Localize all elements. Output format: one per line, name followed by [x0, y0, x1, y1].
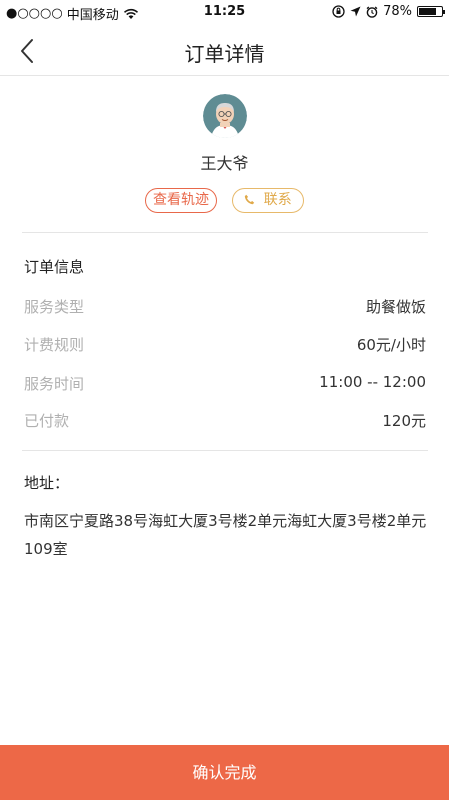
phone-icon	[245, 194, 255, 205]
lock-rotation-icon	[332, 5, 345, 18]
avatar	[203, 94, 247, 138]
page-title: 订单详情	[184, 42, 265, 66]
status-right: 78%	[332, 4, 445, 19]
user-name: 王大爷	[200, 154, 249, 173]
nav-bar: 订单详情	[0, 24, 449, 76]
info-label: 已付款	[24, 412, 70, 430]
info-label: 服务类型	[24, 298, 85, 316]
divider	[22, 450, 428, 451]
status-bar: ●○○○○ 中国移动 11:25 78%	[0, 0, 449, 24]
info-value: 11:00 -- 12:00	[319, 373, 426, 391]
info-value: 助餐做饭	[365, 298, 426, 316]
address-title: 地址：	[24, 474, 70, 492]
order-info-title: 订单信息	[24, 258, 85, 276]
info-row-billing-rule: 计费规则 60元/小时	[24, 334, 426, 356]
info-label: 服务时间	[24, 375, 85, 393]
info-value: 120元	[382, 412, 426, 430]
info-row-service-time: 服务时间 11:00 -- 12:00	[24, 373, 426, 395]
location-arrow-icon	[350, 6, 361, 17]
view-track-button[interactable]: 查看轨迹	[145, 188, 217, 213]
info-value: 60元/小时	[356, 336, 426, 354]
confirm-complete-label: 确认完成	[192, 763, 257, 782]
battery-percent: 78%	[383, 4, 412, 19]
divider	[22, 232, 428, 233]
elderly-man-avatar-icon	[203, 94, 247, 138]
info-row-service-type: 服务类型 助餐做饭	[24, 296, 426, 318]
contact-label: 联系	[263, 192, 292, 208]
info-label: 计费规则	[24, 336, 85, 354]
battery-icon	[417, 6, 445, 17]
alarm-icon	[366, 6, 378, 18]
view-track-label: 查看轨迹	[153, 192, 209, 208]
address-text: 市南区宁夏路38号海虹大厦3号楼2单元海虹大厦3号楼2单元109室	[24, 512, 427, 558]
contact-button[interactable]: 联系	[232, 188, 304, 213]
confirm-complete-button[interactable]: 确认完成	[0, 745, 449, 800]
info-row-paid: 已付款 120元	[24, 410, 426, 432]
battery-fill	[419, 8, 436, 15]
